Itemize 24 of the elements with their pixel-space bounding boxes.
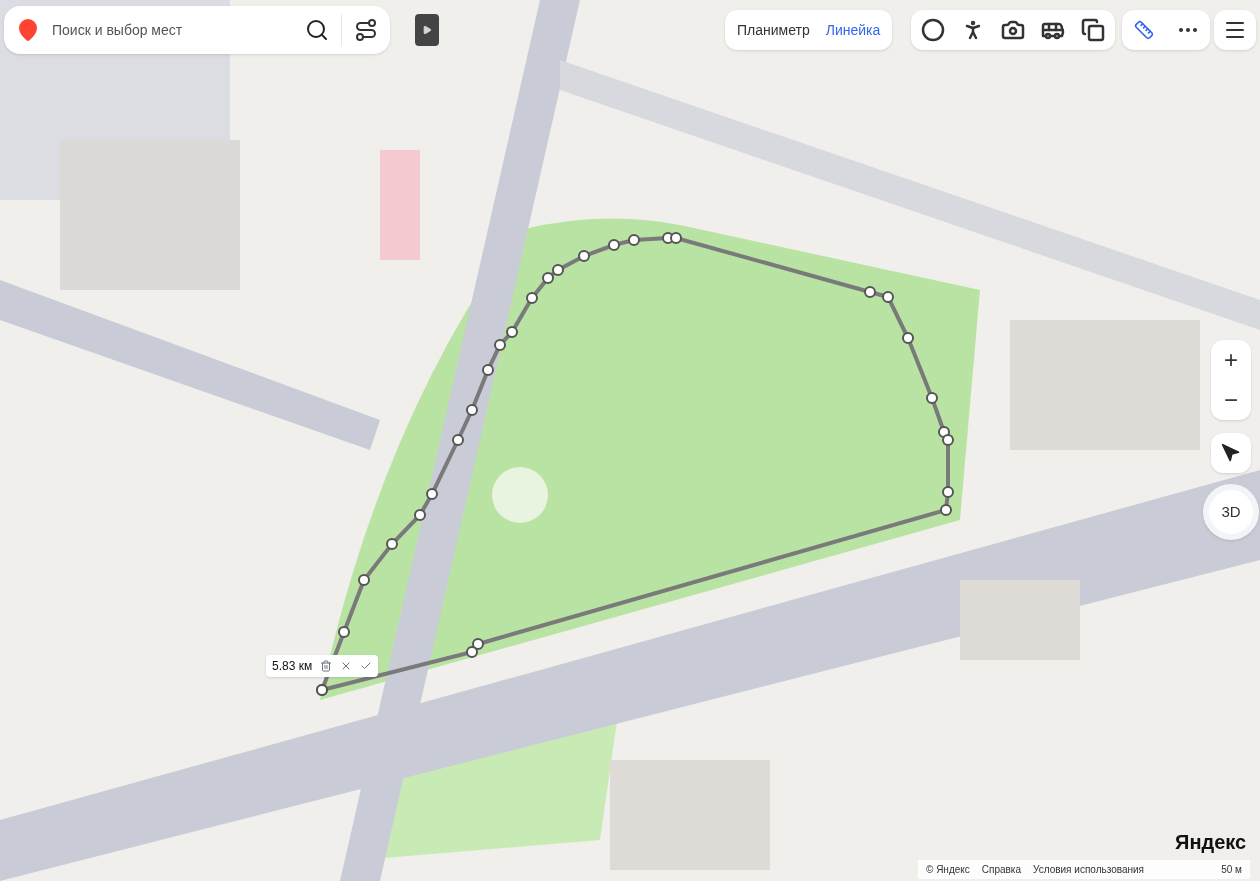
location-pin-icon <box>16 18 40 42</box>
zoom-out-button[interactable]: − <box>1211 380 1251 420</box>
search-field[interactable]: Поиск и выбор мест <box>52 19 293 41</box>
play-icon <box>422 25 432 35</box>
expand-panel-button[interactable] <box>415 14 439 46</box>
ruler-icon <box>1134 20 1154 40</box>
search-bar[interactable]: Поиск и выбор мест <box>4 6 390 54</box>
more-icon <box>1179 28 1197 32</box>
yandex-logo: Яндекс <box>1175 832 1247 852</box>
delete-icon[interactable] <box>320 660 333 672</box>
menu-button[interactable] <box>1214 10 1256 50</box>
distance-text: 5.83 км <box>272 658 313 675</box>
footer-link[interactable]: Справка <box>981 862 1021 877</box>
footer-link[interactable]: © Яндекс <box>926 862 970 877</box>
footer-link[interactable]: Условия использования <box>1033 862 1144 877</box>
check-icon[interactable] <box>360 660 373 672</box>
measure-mode-tab[interactable]: Планиметр <box>737 19 810 41</box>
search-icon[interactable] <box>305 18 329 42</box>
locate-button[interactable] <box>1211 433 1251 473</box>
location-arrow-icon <box>1221 443 1241 463</box>
scale-label: 50 м <box>1221 863 1242 877</box>
route-icon[interactable] <box>354 18 378 42</box>
measure-mode-tab[interactable]: Линейка <box>825 19 881 41</box>
zoom-in-button[interactable]: + <box>1211 340 1251 380</box>
